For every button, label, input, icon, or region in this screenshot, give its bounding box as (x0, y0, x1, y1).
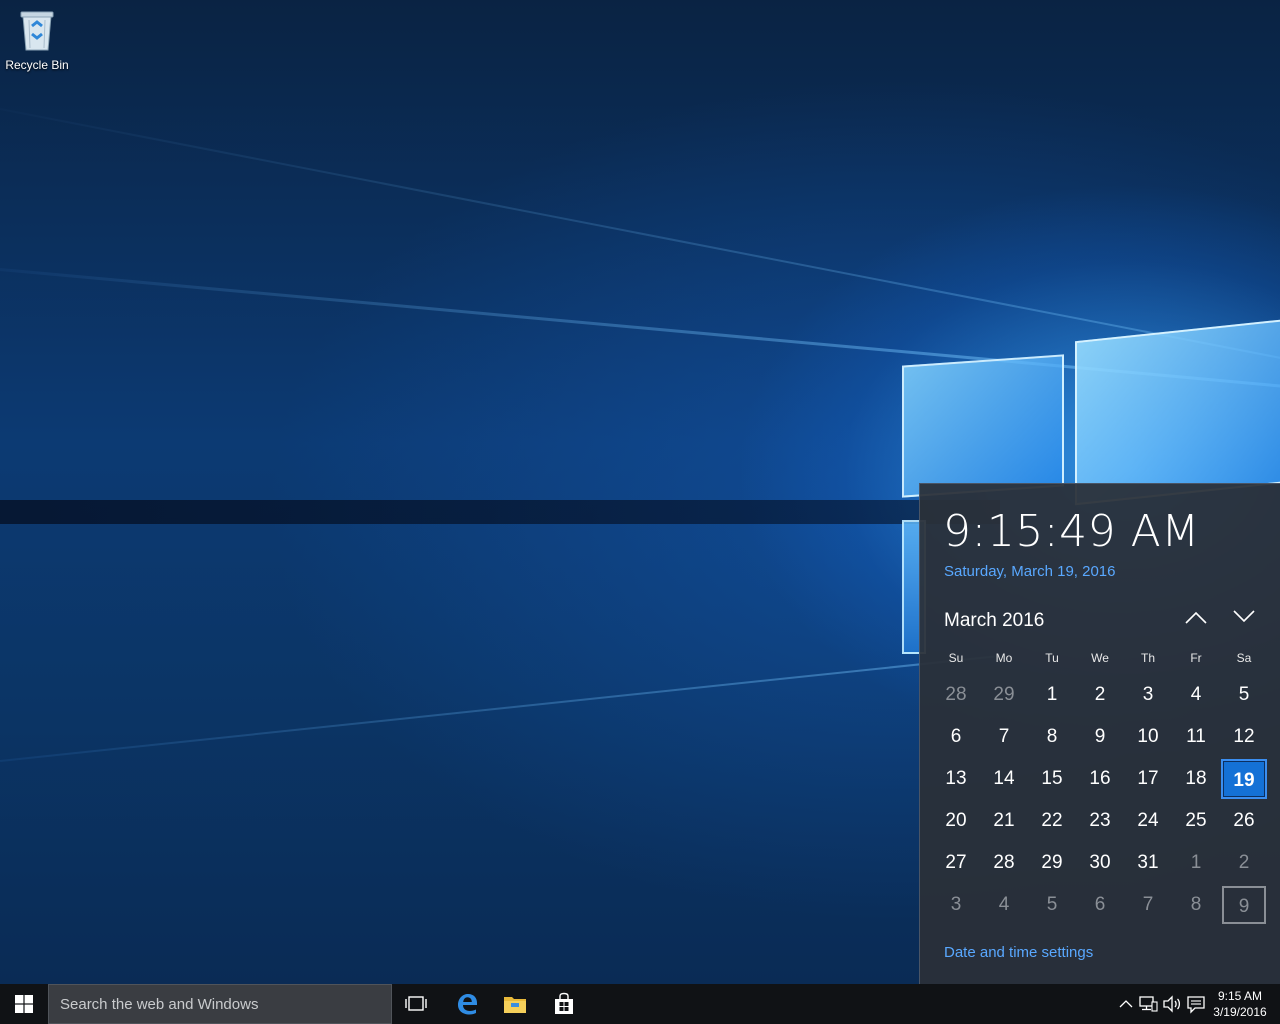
edge-button[interactable] (443, 984, 491, 1024)
calendar-day[interactable]: 28 (934, 676, 978, 714)
store-icon (555, 992, 573, 1014)
calendar-day[interactable]: 30 (1078, 844, 1122, 882)
calendar-day[interactable]: 8 (1174, 886, 1218, 924)
calendar-day[interactable]: 18 (1174, 760, 1218, 798)
task-view-button[interactable] (392, 984, 440, 1024)
current-date-link[interactable]: Saturday, March 19, 2016 (944, 563, 1116, 580)
windows-logo-icon (15, 995, 33, 1013)
file-explorer-icon (504, 997, 526, 1013)
logo-pane (902, 354, 1064, 498)
calendar-day[interactable]: 26 (1222, 802, 1266, 840)
next-month-button[interactable] (1228, 606, 1260, 634)
calendar-day[interactable]: 12 (1222, 718, 1266, 756)
calendar-day[interactable]: 23 (1078, 802, 1122, 840)
calendar-day[interactable]: 4 (982, 886, 1026, 924)
taskbar: Search the web and Windows 9:15 AM 3/19/… (0, 984, 1280, 1024)
weekday-label: We (1091, 651, 1109, 665)
weekday-label: Sa (1236, 651, 1252, 665)
weekday-label: Th (1140, 651, 1155, 665)
calendar-day[interactable]: 6 (1078, 886, 1122, 924)
calendar-day[interactable]: 11 (1174, 718, 1218, 756)
taskbar-time: 9:15 AM (1217, 989, 1263, 1003)
network-icon[interactable] (1138, 994, 1158, 1014)
logo-pane (1075, 318, 1280, 506)
calendar-day[interactable]: 8 (1030, 718, 1074, 756)
calendar-day[interactable]: 4 (1174, 676, 1218, 714)
calendar-day[interactable]: 6 (934, 718, 978, 756)
weekday-header-row: Su Mo Tu We Th Fr Sa (932, 651, 1268, 667)
calendar-day[interactable]: 2 (1222, 844, 1266, 882)
calendar-day[interactable]: 28 (982, 844, 1026, 882)
calendar-day[interactable]: 10 (1126, 718, 1170, 756)
chevron-up-icon (1185, 611, 1207, 624)
calendar-day[interactable]: 14 (982, 760, 1026, 798)
calendar-day[interactable]: 13 (934, 760, 978, 798)
weekday-label: Su (948, 651, 964, 665)
edge-icon (458, 994, 477, 1015)
calendar-day-today[interactable]: 19 (1221, 759, 1267, 799)
calendar-day[interactable]: 17 (1126, 760, 1170, 798)
calendar-day[interactable]: 25 (1174, 802, 1218, 840)
date-time-settings-link[interactable]: Date and time settings (944, 944, 1093, 961)
calendar-day[interactable]: 2 (1078, 676, 1122, 714)
volume-icon[interactable] (1162, 994, 1182, 1014)
task-view-icon (405, 996, 427, 1011)
calendar-day[interactable]: 27 (934, 844, 978, 882)
file-explorer-button[interactable] (491, 984, 539, 1024)
month-title[interactable]: March 2016 (944, 610, 1044, 632)
chevron-up-icon[interactable] (1116, 994, 1136, 1014)
previous-month-button[interactable] (1180, 606, 1212, 634)
search-box[interactable]: Search the web and Windows (48, 984, 392, 1024)
calendar-day[interactable]: 3 (1126, 676, 1170, 714)
system-tray: 9:15 AM 3/19/2016 (1110, 984, 1280, 1024)
light-beam (0, 108, 1280, 378)
store-button[interactable] (540, 984, 588, 1024)
calendar-day[interactable]: 16 (1078, 760, 1122, 798)
calendar-day-grid: 28 29 1 2 3 4 5 6 7 8 9 10 11 12 13 14 15 16 17 18 19 20 21 22 2… (932, 676, 1268, 928)
calendar-day[interactable]: 7 (1126, 886, 1170, 924)
action-center-icon[interactable] (1186, 994, 1206, 1014)
current-time: 9:15:49 AM (943, 506, 1200, 557)
calendar-day[interactable]: 29 (982, 676, 1026, 714)
calendar-day[interactable]: 9 (1078, 718, 1122, 756)
calendar-day[interactable]: 29 (1030, 844, 1074, 882)
recycle-bin-label: Recycle Bin (5, 58, 69, 72)
light-beam (0, 655, 995, 762)
calendar-day[interactable]: 5 (1222, 676, 1266, 714)
search-placeholder: Search the web and Windows (60, 996, 259, 1013)
dark-band (0, 500, 1000, 524)
calendar-day[interactable]: 1 (1174, 844, 1218, 882)
calendar-day[interactable]: 20 (934, 802, 978, 840)
taskbar-clock[interactable]: 9:15 AM 3/19/2016 (1210, 988, 1270, 1020)
taskbar-date: 3/19/2016 (1213, 1005, 1267, 1019)
calendar-day[interactable]: 15 (1030, 760, 1074, 798)
weekday-label: Tu (1045, 651, 1059, 665)
calendar-day[interactable]: 3 (934, 886, 978, 924)
weekday-label: Fr (1190, 651, 1202, 665)
calendar-day[interactable]: 7 (982, 718, 1026, 756)
calendar-day[interactable]: 22 (1030, 802, 1074, 840)
recycle-bin-icon (20, 11, 54, 51)
start-button[interactable] (0, 984, 48, 1024)
calendar-day[interactable]: 9 (1222, 886, 1266, 924)
calendar-day[interactable]: 31 (1126, 844, 1170, 882)
clock-calendar-flyout: 9:15:49 AM Saturday, March 19, 2016 Marc… (919, 483, 1280, 984)
calendar-day[interactable]: 1 (1030, 676, 1074, 714)
calendar-day[interactable]: 21 (982, 802, 1026, 840)
chevron-down-icon (1233, 610, 1255, 623)
recycle-bin-shortcut[interactable]: Recycle Bin (4, 6, 70, 76)
calendar-day[interactable]: 5 (1030, 886, 1074, 924)
calendar-day[interactable]: 24 (1126, 802, 1170, 840)
weekday-label: Mo (995, 651, 1013, 665)
